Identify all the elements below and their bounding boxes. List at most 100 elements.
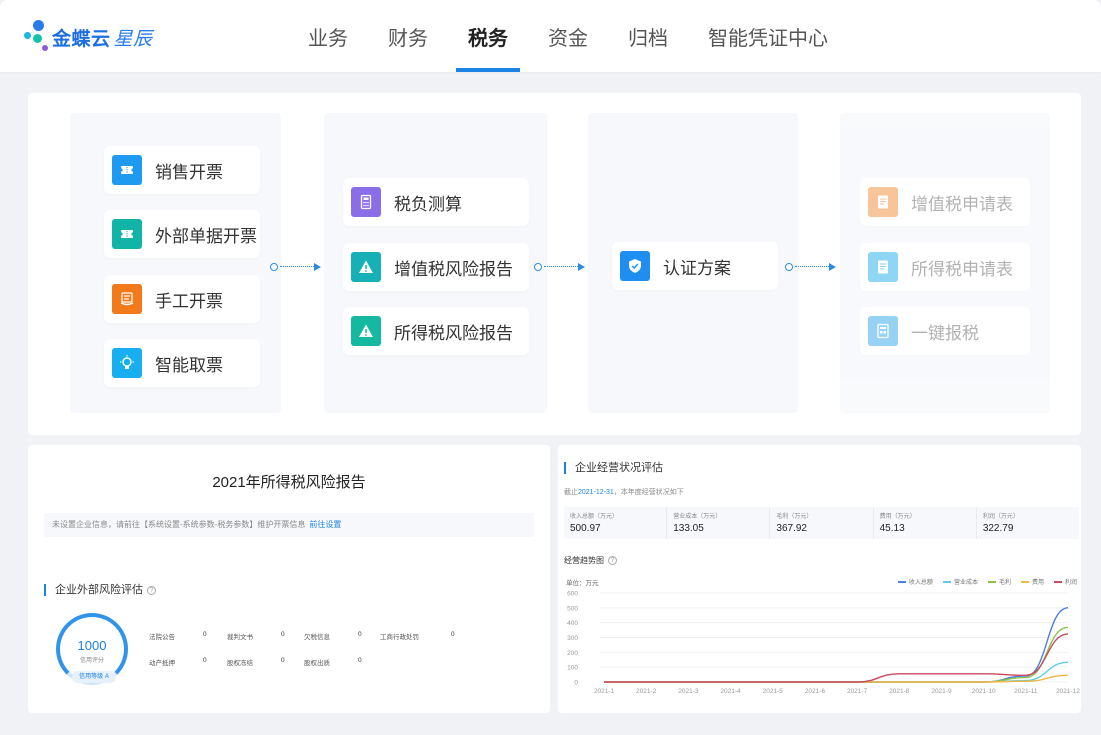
goto-settings-link[interactable]: 前往设置 [309,520,341,529]
card-label: 所得税风险报告 [394,323,513,343]
risk-item-label: 法院公告 [149,634,175,641]
lightbulb-icon [112,348,142,378]
report-title: 2021年所得税风险报告 [212,474,366,491]
col2-card-2[interactable]: 增值税风险报告 [343,243,529,291]
risk-item-label: 欠税信息 [304,634,330,641]
business-metrics: 收入总额（万元） 500.97 营业成本（万元） 133.05 毛利（万元） 367.92… [564,507,1079,539]
series-line-5 [603,633,1069,683]
credit-score: 1000 [77,638,107,653]
nav-item-5[interactable]: 归档 [616,0,680,72]
metric-value: 322.79 [982,523,1014,534]
y-tick-label: 400 [567,620,578,627]
col1-card-3[interactable]: 手工开票 [104,275,260,323]
risk-item[interactable]: 股权冻结 0 [227,657,285,667]
document-icon [868,187,898,217]
col2-card-1[interactable]: 税负测算 [343,178,529,226]
income-tax-risk-report: 2021年所得税风险报告 未设置企业信息，请前往【系统设置-系统参数-税务参数】… [28,445,550,713]
col1-card-1[interactable]: 销售开票 [104,146,260,194]
card-label: 所得税申请表 [911,259,1013,279]
x-tick-label: 2021-4 [720,688,741,695]
card-label: 手工开票 [155,291,223,311]
x-tick-label: 2021-2 [636,688,657,695]
metric-4: 费用（万元） 45.13 [872,507,976,539]
metric-value: 45.13 [879,523,905,534]
risk-item[interactable]: 欠税信息 0 [304,631,362,641]
flow-arrow-3 [785,263,837,271]
nav-item-1[interactable]: 业务 [296,0,360,72]
top-header: 金蝶云 星辰 业务 财务 税务 资金 归档 智能凭证中心 [0,0,1101,72]
shield-icon [620,251,650,281]
metric-2: 营业成本（万元） 133.05 [666,507,769,539]
metric-value: 500.97 [570,523,601,534]
metric-label: 费用（万元） [879,514,916,520]
calculator-icon [351,187,381,217]
risk-item-label: 股权冻结 [227,660,253,667]
risk-item-value: 0 [281,657,285,664]
risk-item-value: 0 [281,631,285,638]
ticket-icon [112,155,142,185]
card-label: 智能取票 [155,355,223,375]
business-evaluation-panel: 企业经营状况评估 截止2021-12-31，本年度经营状况如下 收入总额（万元）… [558,445,1081,713]
series-line-2 [603,661,1069,683]
declaration-column: 增值税申请表 所得税申请表一键报税 [840,113,1050,413]
risk-item-value: 0 [451,631,455,638]
metric-1: 收入总额（万元） 500.97 [564,507,666,539]
risk-item-value: 0 [358,631,362,638]
col4-card-1[interactable]: 增值税申请表 [860,178,1030,226]
y-tick-label: 0 [574,680,578,687]
warning-icon [351,252,381,282]
info-icon[interactable]: ? [608,556,617,565]
invoice-column: 销售开票外部单据开票手工开票智能取票 [70,113,281,413]
hand-invoice-icon [112,284,142,314]
card-label: 税负测算 [394,194,462,214]
brand-logo[interactable]: 金蝶云 星辰 [24,20,153,54]
metric-label: 利润（万元） [982,514,1019,520]
nav-item-2[interactable]: 财务 [376,0,440,72]
settings-notice: 未设置企业信息，请前往【系统设置-系统参数-税务参数】维护开票信息 前往设置 [44,513,534,537]
nav-item-3[interactable]: 税务 [456,0,520,72]
metric-label: 营业成本（万元） [673,514,722,520]
risk-item-value: 0 [358,657,362,664]
business-subtitle: 截止2021-12-31，本年度经营状况如下 [564,489,684,496]
external-risk-section-title: 企业外部风险评估? [44,584,156,596]
series-line-1 [603,607,1069,683]
card-label: 销售开票 [155,162,223,182]
card-label: 增值税申请表 [911,194,1013,214]
metric-value: 367.92 [776,523,807,534]
risk-item-value: 0 [203,657,207,664]
document-icon [868,252,898,282]
y-tick-label: 600 [567,591,578,598]
credit-score-label: 信用评分 [79,658,104,664]
business-section-title: 企业经营状况评估 [564,462,663,474]
card-label: 增值税风险报告 [394,259,513,279]
risk-item[interactable]: 法院公告 0 [149,631,207,641]
risk-item[interactable]: 动产抵押 0 [149,657,207,667]
col2-card-3[interactable]: 所得税风险报告 [343,307,529,355]
form-icon [868,316,898,346]
x-tick-label: 2021-9 [931,688,952,695]
y-tick-label: 300 [567,635,578,642]
col1-card-4[interactable]: 智能取票 [104,339,260,387]
col4-card-3[interactable]: 一键报税 [860,307,1030,355]
x-tick-label: 2021-5 [763,688,784,695]
nav-item-6[interactable]: 智能凭证中心 [696,0,840,72]
col3-card-1[interactable]: 认证方案 [612,242,778,290]
flow-arrow-2 [534,263,586,271]
col4-card-2[interactable]: 所得税申请表 [860,243,1030,291]
risk-item[interactable]: 工商行政处罚 0 [380,631,455,641]
tax-flow-panel: 销售开票外部单据开票手工开票智能取票 税负测算增值税风险报告 所得税风险报告 认证… [28,93,1081,435]
certification-column: 认证方案 [588,113,798,413]
risk-item[interactable]: 股权出质 0 [304,657,362,667]
metric-5: 利润（万元） 322.79 [975,507,1079,539]
risk-item-label: 股权出质 [304,660,330,667]
business-trend-chart: 600 500 400 300 200 100 0 2021-1 2021-2 2021-3 202… [567,591,1080,696]
logo-mark-icon [24,20,50,54]
brand-name: 金蝶云 星辰 [52,28,153,50]
risk-item-value: 0 [203,631,207,638]
ticket-icon [112,219,142,249]
col1-card-2[interactable]: 外部单据开票 [104,210,260,258]
risk-item[interactable]: 裁判文书 0 [227,631,285,641]
metric-value: 133.05 [673,523,704,534]
info-icon[interactable]: ? [147,586,156,595]
nav-item-4[interactable]: 资金 [536,0,600,72]
